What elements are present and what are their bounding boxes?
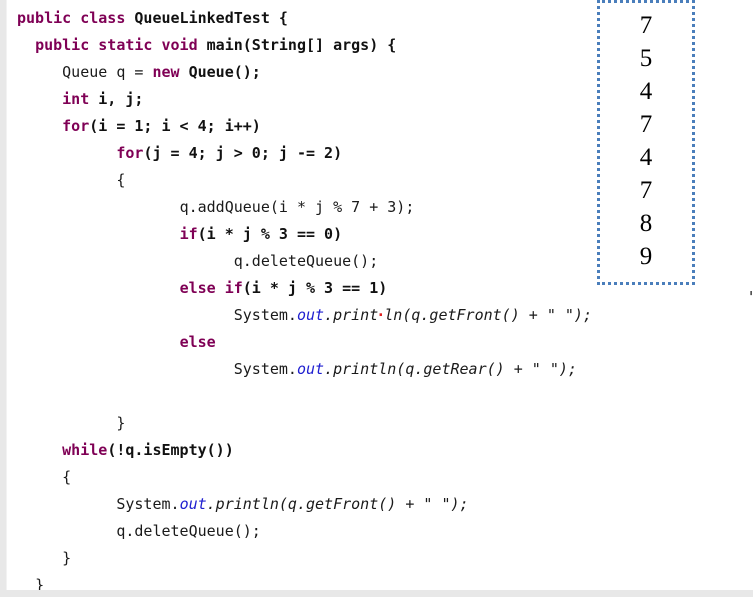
code-token: (i * j % 3 == 0) [197,225,343,243]
code-token: out [179,495,207,513]
code-token: { [116,171,126,189]
code-token: class [80,9,126,27]
console-output-list: 7 5 4 7 4 7 8 9 [600,3,692,273]
code-line[interactable]: } [17,545,753,572]
code-line[interactable]: { [17,464,753,491]
code-token: System. [116,495,180,513]
console-output-value: 4 [639,78,653,105]
code-token: else [179,333,216,351]
code-line[interactable]: else [17,329,753,356]
code-token: q.deleteQueue(); [233,252,379,270]
code-token: public [17,9,72,27]
code-token: (i * j % 3 == 1) [242,279,388,297]
code-token: if [179,225,198,243]
code-token: q.addQueue(i * j % 7 + 3); [179,198,415,216]
code-token: (i = 1; i < 4; i++) [89,117,261,135]
code-token: if [224,279,243,297]
console-output-value: 5 [639,45,653,72]
code-token: new [152,63,180,81]
code-token: (!q.isEmpty()) [107,441,234,459]
code-line[interactable]: } [17,410,753,437]
code-token: Queue q = [62,63,153,81]
console-output-panel: 7 5 4 7 4 7 8 9 [597,0,695,285]
code-line[interactable]: q.deleteQueue(); [17,518,753,545]
code-token: .println(q.getFront() + " "); [206,495,469,513]
console-output-value: 9 [639,243,653,270]
code-token: } [116,414,126,432]
code-token: .print [324,306,379,324]
editor-page: public class QueueLinkedTest { public st… [0,0,753,597]
code-token: else [179,279,216,297]
console-output-value: 7 [639,12,653,39]
code-token: Queue(); [188,63,261,81]
code-line[interactable]: while(!q.isEmpty()) [17,437,753,464]
code-token: } [62,549,72,567]
code-token: ln(q.getFront() + " "); [384,306,592,324]
code-token: for [62,117,90,135]
code-token: .println(q.getRear() + " "); [324,360,577,378]
code-token: { [62,468,72,486]
console-output-value: 8 [639,210,653,237]
editor-footer-bar [0,590,753,597]
code-token: while [62,441,108,459]
code-token: out [296,306,325,324]
gutter-divider [6,0,7,590]
code-line[interactable]: System.out.println(q.getFront() + " "); [17,491,753,518]
clipped-glyph: " [748,290,753,304]
code-token: int [62,90,90,108]
code-token: System. [233,306,297,324]
console-output-value: 7 [639,177,653,204]
code-token: (j = 4; j > 0; j -= 2) [143,144,343,162]
code-line[interactable] [17,383,753,410]
code-token: static [98,36,153,54]
code-token: public [35,36,90,54]
code-token: main(String[] args) { [206,36,397,54]
code-token: for [116,144,144,162]
code-token: q.deleteQueue(); [116,522,261,540]
code-token: System. [233,360,297,378]
code-line[interactable]: System.out.println(q.getRear() + " "); [17,356,753,383]
code-token: i, j; [98,90,144,108]
code-line[interactable]: System.out.print· ln(q.getFront() + " "); [17,302,753,329]
text-caret: · [376,306,385,324]
code-token: void [161,36,198,54]
console-output-value: 7 [639,111,653,138]
console-output-value: 4 [639,144,653,171]
code-token: QueueLinkedTest { [134,9,288,27]
code-token: out [296,360,325,378]
